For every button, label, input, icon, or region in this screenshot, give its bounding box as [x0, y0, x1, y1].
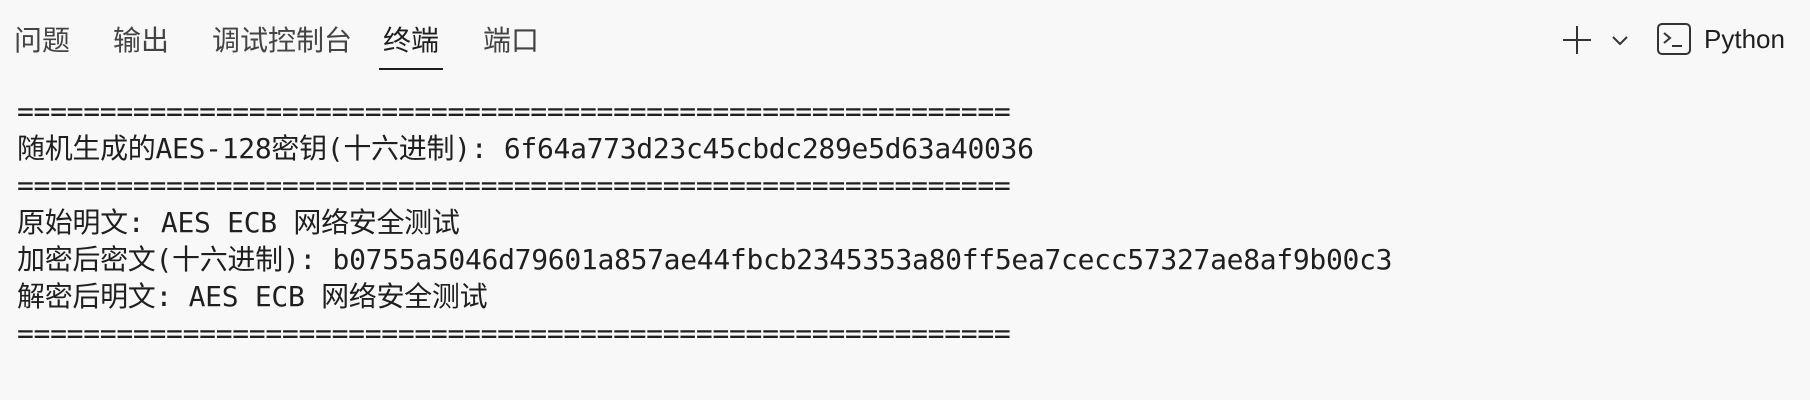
tab-problems[interactable]: 问题 — [14, 22, 70, 70]
tab-ports[interactable]: 端口 — [483, 22, 539, 70]
chevron-down-icon — [1612, 36, 1628, 46]
plus-icon — [1563, 26, 1591, 54]
tab-output[interactable]: 输出 — [113, 22, 169, 70]
panel-actions: Python — [1510, 18, 1810, 62]
terminal-line: 加密后密文(十六进制): b0755a5046d79601a857ae44fbc… — [17, 243, 1393, 276]
terminal-icon — [1657, 23, 1691, 55]
terminal-line: ========================================… — [17, 169, 1011, 202]
panel-tab-bar: 问题 输出 调试控制台 终端 端口 Python — [0, 0, 1810, 78]
terminal-profile-button[interactable]: Python — [1656, 18, 1806, 62]
terminal-profile-label: Python — [1704, 24, 1785, 54]
terminal-line: 原始明文: AES ECB 网络安全测试 — [17, 206, 460, 239]
terminal-line: ========================================… — [17, 317, 1011, 350]
tab-terminal[interactable]: 终端 — [378, 22, 444, 70]
terminal-line: ========================================… — [17, 95, 1011, 128]
tab-debug-console[interactable]: 调试控制台 — [212, 22, 352, 70]
terminal-output[interactable]: ========================================… — [17, 93, 1797, 352]
terminal-panel: 问题 输出 调试控制台 终端 端口 Python ===============… — [0, 0, 1810, 400]
terminal-dropdown-button[interactable] — [1606, 26, 1634, 54]
new-terminal-button[interactable] — [1555, 18, 1599, 62]
terminal-line: 随机生成的AES-128密钥(十六进制): 6f64a773d23c45cbdc… — [17, 132, 1034, 165]
terminal-line: 解密后明文: AES ECB 网络安全测试 — [17, 280, 488, 313]
